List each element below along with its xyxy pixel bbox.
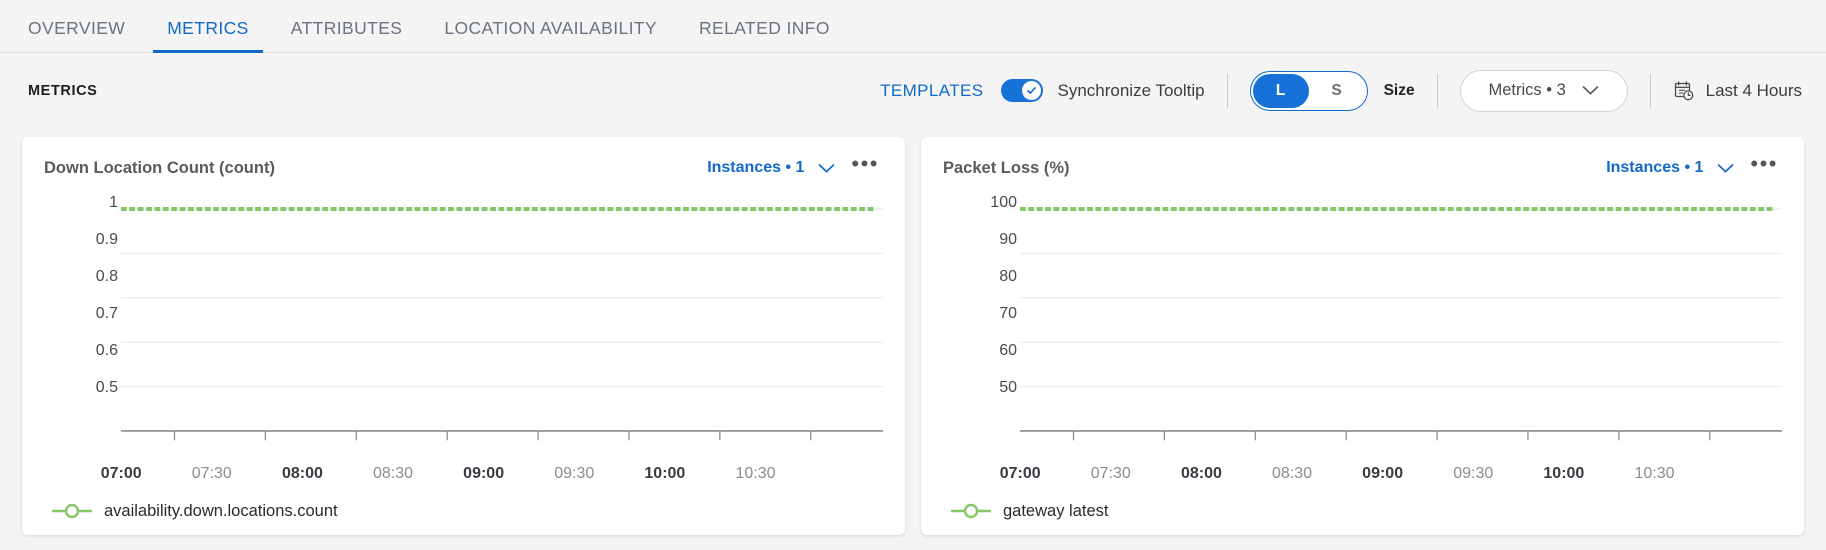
toolbar-divider-1: [1226, 73, 1228, 108]
card-title: Packet Loss (%): [943, 158, 1070, 177]
card-header: Packet Loss (%) Instances • 1 •••: [943, 153, 1782, 181]
chart-plot-area: 1 0.9 0.8 0.7 0.6 0.5 07:00 07:30 08:00 …: [44, 194, 883, 487]
check-icon: [1027, 87, 1037, 94]
tab-overview[interactable]: OVERVIEW: [14, 18, 139, 52]
chevron-down-icon: [1718, 163, 1734, 172]
chart-svg: [1019, 207, 1782, 441]
size-option-large[interactable]: L: [1252, 73, 1309, 108]
instances-dropdown[interactable]: Instances • 1: [707, 159, 835, 177]
size-label: Size: [1383, 81, 1415, 99]
metrics-count-dropdown[interactable]: Metrics • 3: [1459, 69, 1628, 112]
time-range-label: Last 4 Hours: [1705, 80, 1802, 100]
metrics-cards-container: Down Location Count (count) Instances • …: [0, 128, 1826, 550]
chart-svg: [120, 207, 883, 441]
legend-marker-icon: [52, 503, 92, 519]
instances-label: Instances • 1: [1606, 159, 1704, 176]
metrics-toolbar: METRICS TEMPLATES Synchronize Tooltip L …: [0, 53, 1826, 128]
chart-plot-area: 100 90 80 70 60 50 07:00 07:30 08:00 08:…: [943, 194, 1782, 487]
size-option-small[interactable]: S: [1309, 74, 1365, 108]
card-title: Down Location Count (count): [44, 158, 275, 177]
x-axis-ticks: [173, 430, 812, 441]
templates-button[interactable]: TEMPLATES: [880, 81, 983, 101]
toolbar-divider-3: [1649, 73, 1651, 108]
tab-metrics[interactable]: METRICS: [153, 18, 263, 53]
legend-label: gateway latest: [1003, 501, 1109, 520]
tab-bar: OVERVIEW METRICS ATTRIBUTES LOCATION AVA…: [0, 0, 1826, 53]
metric-card-packet-loss: Packet Loss (%) Instances • 1 ••• 100 90…: [921, 137, 1804, 535]
tab-location-availability[interactable]: LOCATION AVAILABILITY: [430, 18, 671, 52]
instances-label: Instances • 1: [707, 159, 805, 176]
instances-dropdown[interactable]: Instances • 1: [1606, 159, 1734, 177]
card-overflow-menu-button[interactable]: •••: [1746, 153, 1782, 177]
synchronize-tooltip-label: Synchronize Tooltip: [1057, 80, 1205, 100]
chevron-down-icon: [1582, 86, 1599, 95]
card-actions: Instances • 1 •••: [1606, 153, 1782, 177]
x-axis-ticks: [1072, 430, 1711, 441]
legend-label: availability.down.locations.count: [104, 501, 338, 520]
tab-attributes[interactable]: ATTRIBUTES: [277, 18, 417, 52]
card-overflow-menu-button[interactable]: •••: [847, 153, 883, 177]
toggle-knob: [1022, 81, 1042, 100]
tab-related-info[interactable]: RELATED INFO: [685, 18, 844, 52]
toolbar-divider-2: [1436, 73, 1438, 108]
toolbar-controls: TEMPLATES Synchronize Tooltip L S Size M…: [880, 69, 1802, 112]
legend-marker-icon: [951, 503, 991, 519]
calendar-clock-icon: [1674, 80, 1693, 100]
card-header: Down Location Count (count) Instances • …: [44, 153, 883, 181]
chevron-down-icon: [819, 163, 835, 172]
chart-legend[interactable]: availability.down.locations.count: [44, 487, 883, 535]
card-actions: Instances • 1 •••: [707, 153, 883, 177]
metric-card-down-location-count: Down Location Count (count) Instances • …: [22, 137, 905, 535]
chart-legend[interactable]: gateway latest: [943, 487, 1782, 535]
metrics-count-value: Metrics • 3: [1488, 81, 1566, 99]
page-title: METRICS: [28, 82, 98, 99]
size-segmented-control[interactable]: L S: [1249, 70, 1368, 111]
time-range-picker[interactable]: Last 4 Hours: [1673, 80, 1802, 102]
synchronize-tooltip-toggle[interactable]: [1001, 79, 1044, 102]
